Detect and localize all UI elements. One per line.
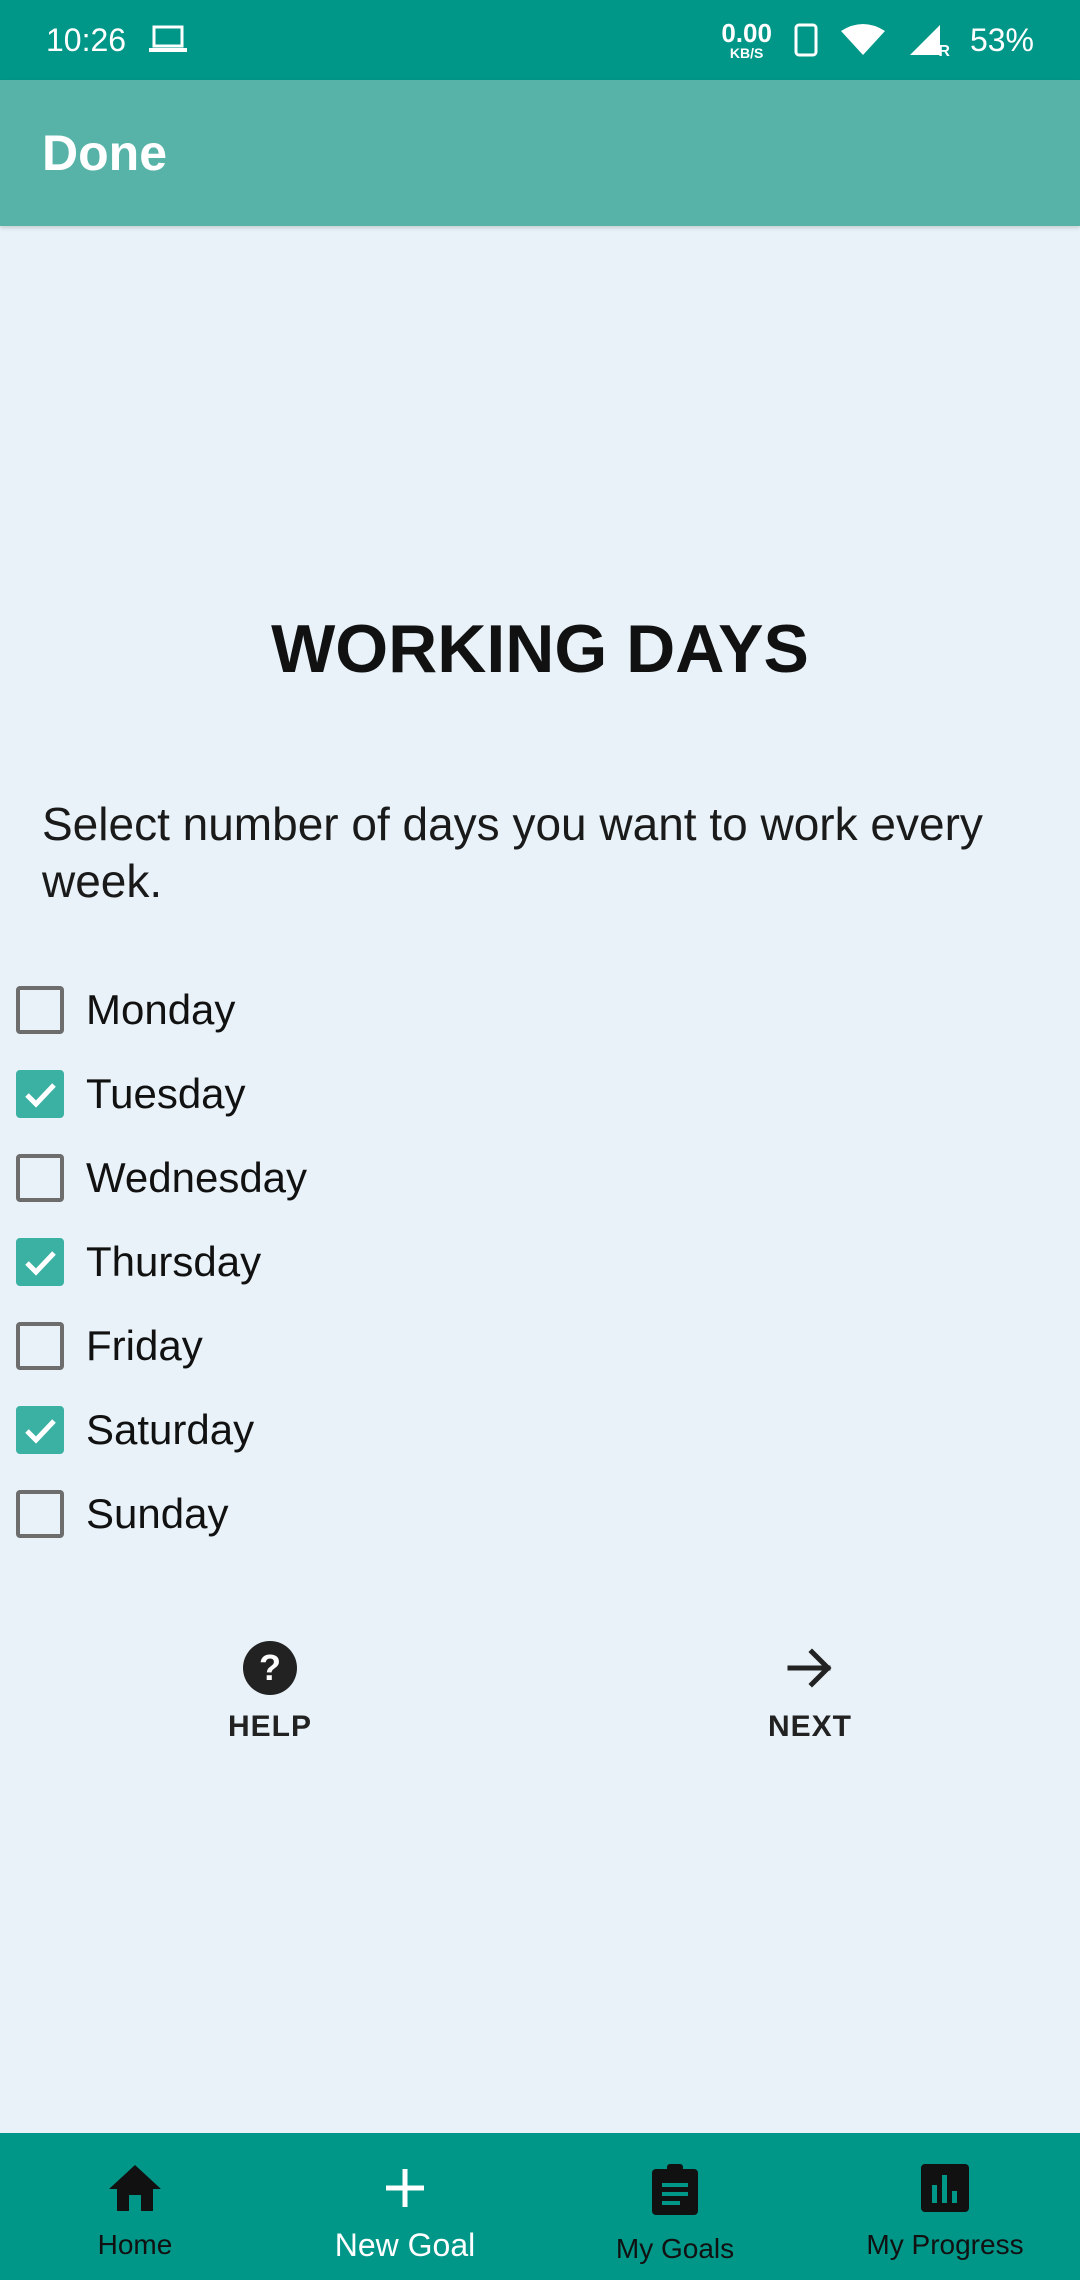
nav-label: Home: [97, 2229, 173, 2260]
bottom-navigation: Home New Goal My Goals My Progress: [0, 2133, 1080, 2280]
next-label: NEXT: [767, 1710, 852, 1743]
help-icon: ?: [242, 1640, 298, 1696]
day-checklist: Monday Tuesday Wednesday Thursday Friday…: [16, 968, 307, 1556]
checkbox[interactable]: [16, 1070, 64, 1118]
day-label: Friday: [86, 1322, 203, 1369]
wifi-icon: [840, 23, 886, 57]
checkbox[interactable]: [16, 1238, 64, 1286]
roaming-indicator: R: [938, 43, 950, 60]
help-label: HELP: [227, 1710, 312, 1743]
home-icon: [107, 2163, 163, 2213]
day-option-thursday[interactable]: Thursday: [16, 1220, 307, 1304]
network-speed-value: 0.00: [721, 18, 772, 48]
nav-item-my-progress[interactable]: My Progress: [810, 2133, 1080, 2280]
done-button[interactable]: Done: [42, 124, 167, 182]
svg-text:?: ?: [259, 1647, 281, 1688]
day-label: Thursday: [86, 1238, 262, 1285]
day-label: Monday: [86, 986, 236, 1033]
day-option-friday[interactable]: Friday: [16, 1304, 307, 1388]
checkmark-icon: [25, 1251, 56, 1276]
network-speed: 0.00 KB/S: [721, 20, 772, 60]
checkmark-icon: [25, 1419, 56, 1444]
network-speed-unit: KB/S: [729, 45, 764, 61]
phone-icon: [794, 23, 818, 57]
nav-item-new-goal[interactable]: New Goal: [270, 2133, 540, 2280]
checkbox[interactable]: [16, 986, 64, 1034]
day-label: Sunday: [86, 1490, 229, 1537]
day-option-monday[interactable]: Monday: [16, 968, 307, 1052]
checkbox[interactable]: [16, 1154, 64, 1202]
status-bar: 10:26 0.00 KB/S R 53%: [0, 0, 1080, 80]
plus-icon: [380, 2163, 430, 2213]
instruction-text: Select number of days you want to work e…: [42, 798, 983, 907]
checkbox[interactable]: [16, 1406, 64, 1454]
page-title: WORKING DAYS: [271, 611, 809, 687]
arrow-right-icon: [782, 1640, 838, 1696]
day-label: Tuesday: [86, 1070, 246, 1117]
signal-icon: R: [908, 23, 950, 60]
day-option-tuesday[interactable]: Tuesday: [16, 1052, 307, 1136]
nav-label: My Progress: [866, 2229, 1024, 2260]
nav-label: New Goal: [334, 2227, 476, 2263]
checkbox[interactable]: [16, 1490, 64, 1538]
bar-chart-icon: [920, 2163, 970, 2213]
day-option-wednesday[interactable]: Wednesday: [16, 1136, 307, 1220]
laptop-icon: [148, 24, 188, 56]
day-label: Wednesday: [86, 1154, 308, 1201]
status-time: 10:26: [46, 21, 127, 58]
checkmark-icon: [25, 1083, 56, 1108]
battery-level: 53%: [969, 21, 1034, 58]
app-bar: Done: [0, 80, 1080, 226]
checkbox[interactable]: [16, 1322, 64, 1370]
help-button[interactable]: ? HELP: [170, 1640, 370, 1744]
next-button[interactable]: NEXT: [710, 1640, 910, 1744]
day-label: Saturday: [86, 1406, 255, 1453]
day-option-sunday[interactable]: Sunday: [16, 1472, 307, 1556]
clipboard-icon: [650, 2163, 700, 2217]
nav-item-my-goals[interactable]: My Goals: [540, 2133, 810, 2280]
nav-label: My Goals: [615, 2233, 735, 2264]
nav-item-home[interactable]: Home: [0, 2133, 270, 2280]
day-option-saturday[interactable]: Saturday: [16, 1388, 307, 1472]
